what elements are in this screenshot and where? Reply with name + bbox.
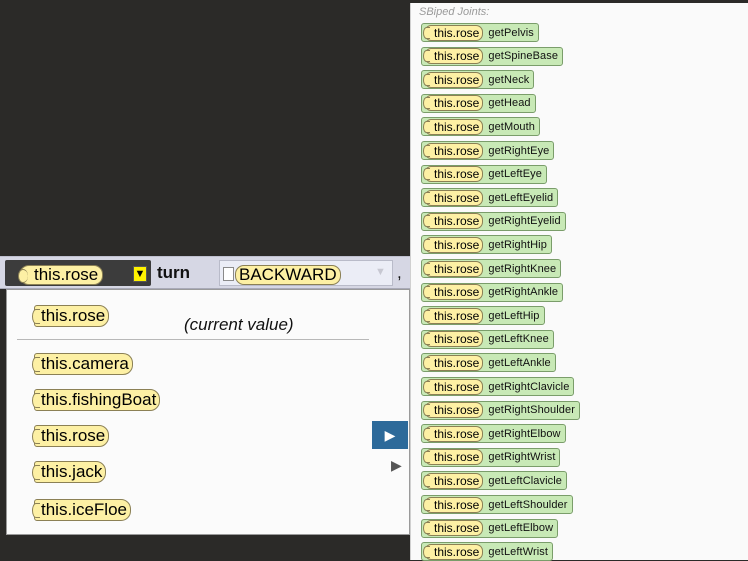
joint-function-label: getHead xyxy=(488,97,531,110)
joint-subject-tile: this.rose xyxy=(422,118,484,135)
joint-function-label: getRightHip xyxy=(488,238,547,251)
joint-subject-tile: this.rose xyxy=(422,402,484,419)
joint-subject-tile: this.rose xyxy=(422,331,484,348)
menu-item-current[interactable]: this.rose (current value) xyxy=(7,301,409,334)
joint-subject-tile: this.rose xyxy=(422,236,484,253)
joint-function-label: getRightKnee xyxy=(488,262,557,275)
joint-function-label: getLeftEyelid xyxy=(488,191,554,204)
joint-item[interactable]: this.rose getLeftEyelid xyxy=(421,188,559,208)
current-value-note: (current value) xyxy=(184,315,294,334)
joint-function-label: getPelvis xyxy=(488,26,534,39)
subject-dropdown-menu: this.rose (current value) this.camera th… xyxy=(6,289,410,535)
menu-item-fishing-boat[interactable]: this.fishingBoat xyxy=(7,385,409,413)
direction-selector[interactable]: BACKWARD ▼ xyxy=(219,260,393,286)
joint-function-label: getRightElbow xyxy=(488,427,561,440)
comma-separator: , xyxy=(397,263,402,282)
submenu-arrow-icon[interactable]: ▶ xyxy=(391,457,402,474)
joint-subject-tile: this.rose xyxy=(422,48,484,65)
joint-function-label: getLeftWrist xyxy=(488,545,549,558)
joint-item[interactable]: this.rose getRightWrist xyxy=(421,447,561,467)
joint-function-label: getRightEyelid xyxy=(488,215,561,228)
menu-item-label: this.jack xyxy=(31,461,107,483)
joint-item[interactable]: this.rose getLeftElbow xyxy=(421,518,559,538)
joint-subject-tile: this.rose xyxy=(422,472,484,489)
joint-subject-tile: this.rose xyxy=(422,142,484,159)
joint-subject-tile: this.rose xyxy=(422,166,484,183)
current-value-tile[interactable]: this.rose xyxy=(31,305,110,327)
joint-item[interactable]: this.rose getRightEyelid xyxy=(421,211,566,231)
joint-item[interactable]: this.rose getLeftAnkle xyxy=(421,353,556,373)
submenu-arrow-icon[interactable]: ▶ xyxy=(372,421,408,449)
joint-function-label: getRightShoulder xyxy=(488,404,575,417)
biped-joints-submenu: SBiped Joints: this.rose getPelvis this.ro… xyxy=(410,3,748,561)
joint-function-label: getNeck xyxy=(488,73,530,86)
joint-item[interactable]: this.rose getPelvis xyxy=(421,23,539,42)
joint-subject-tile: this.rose xyxy=(422,520,484,537)
joint-subject-tile: this.rose xyxy=(422,284,484,301)
direction-caret-icon[interactable]: ▼ xyxy=(375,266,386,278)
menu-item-label: this.iceFloe xyxy=(32,499,131,521)
statement-line: this.rose ▼ turn BACKWARD ▼ , xyxy=(0,256,412,289)
joint-function-label: getLeftClavicle xyxy=(488,474,563,487)
joint-subject-tile: this.rose xyxy=(422,213,484,230)
joint-item[interactable]: this.rose getSpineBase xyxy=(421,46,564,66)
joint-item[interactable]: this.rose getHead xyxy=(421,93,536,113)
joint-function-label: getRightWrist xyxy=(488,451,556,464)
joint-subject-tile: this.rose xyxy=(422,260,484,277)
joint-item[interactable]: this.rose getRightEye xyxy=(421,141,555,160)
joint-item[interactable]: this.rose getRightAnkle xyxy=(421,282,564,302)
joint-item[interactable]: this.rose getMouth xyxy=(421,117,541,137)
joint-subject-tile: this.rose xyxy=(422,496,484,513)
menu-item-ice-floe[interactable]: this.iceFloe xyxy=(7,495,409,523)
joint-item[interactable]: this.rose getRightKnee xyxy=(421,259,562,278)
joint-item[interactable]: this.rose getRightClavicle xyxy=(421,377,575,396)
joint-item[interactable]: this.rose getLeftWrist xyxy=(421,542,554,561)
joint-function-label: getLeftAnkle xyxy=(488,356,551,369)
joint-subject-tile: this.rose xyxy=(422,307,484,324)
joint-function-label: getLeftElbow xyxy=(488,522,554,535)
method-label: turn xyxy=(157,263,191,282)
menu-item-label: this.camera xyxy=(32,353,133,375)
joint-subject-tile: this.rose xyxy=(422,71,484,88)
menu-item-label: this.fishingBoat xyxy=(31,389,161,411)
joint-subject-tile: this.rose xyxy=(422,95,484,112)
joint-subject-tile: this.rose xyxy=(422,378,484,395)
enum-icon xyxy=(223,267,234,281)
joints-heading: SBiped Joints: xyxy=(419,6,490,18)
joint-function-label: getLeftKnee xyxy=(488,333,549,346)
joint-item[interactable]: this.rose getLeftShoulder xyxy=(421,495,573,514)
subject-tile[interactable]: this.rose xyxy=(17,265,104,285)
joint-function-label: getSpineBase xyxy=(488,50,559,63)
menu-item-camera[interactable]: this.camera xyxy=(7,349,409,377)
joint-subject-tile: this.rose xyxy=(422,24,484,41)
joint-item[interactable]: this.rose getRightElbow xyxy=(421,424,566,444)
joint-subject-tile: this.rose xyxy=(422,189,484,206)
menu-item-rose[interactable]: this.rose xyxy=(7,421,409,449)
direction-tile[interactable]: BACKWARD xyxy=(235,265,341,285)
joint-subject-tile: this.rose xyxy=(422,425,484,442)
joint-function-label: getRightEye xyxy=(488,144,550,157)
joint-item[interactable]: this.rose getLeftHip xyxy=(421,306,545,326)
joint-function-label: getRightClavicle xyxy=(488,380,570,393)
joint-item[interactable]: this.rose getLeftClavicle xyxy=(421,471,568,491)
joint-function-label: getRightAnkle xyxy=(488,286,559,299)
joint-item[interactable]: this.rose getRightHip xyxy=(421,235,552,255)
joint-function-label: getLeftHip xyxy=(488,309,540,322)
joint-item[interactable]: this.rose getRightShoulder xyxy=(421,400,580,420)
subject-selector[interactable]: this.rose ▼ xyxy=(5,260,151,286)
dropdown-caret-icon[interactable]: ▼ xyxy=(133,266,147,282)
joint-function-label: getLeftEye xyxy=(488,168,542,181)
menu-item-jack[interactable]: this.jack xyxy=(7,457,409,485)
joint-function-label: getLeftShoulder xyxy=(488,498,568,511)
joint-subject-tile: this.rose xyxy=(422,449,484,466)
joint-item[interactable]: this.rose getLeftKnee xyxy=(421,329,554,349)
joint-item[interactable]: this.rose getNeck xyxy=(421,70,535,90)
joint-subject-tile: this.rose xyxy=(422,354,484,371)
menu-item-label: this.rose xyxy=(31,425,110,447)
joint-item[interactable]: this.rose getLeftEye xyxy=(421,164,547,184)
joint-subject-tile: this.rose xyxy=(422,543,484,560)
menu-divider xyxy=(17,339,369,340)
joint-function-label: getMouth xyxy=(488,120,536,133)
